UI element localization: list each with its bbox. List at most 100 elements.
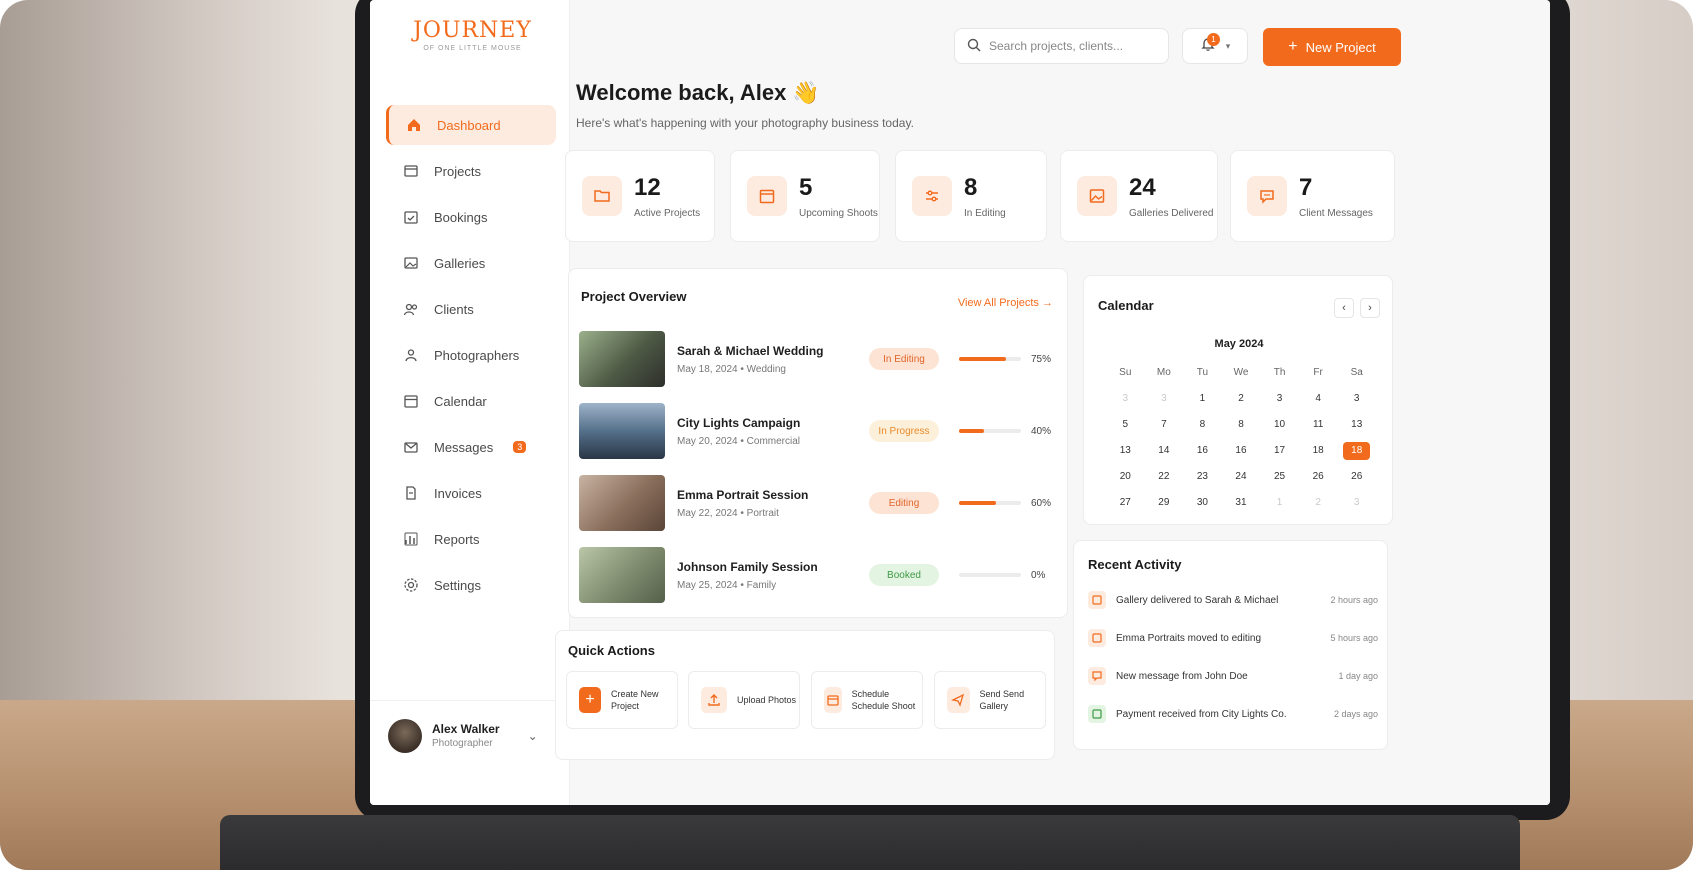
calendar-day[interactable]: 8 bbox=[1222, 416, 1261, 434]
stat-card-client-messages[interactable]: 7 Client Messages bbox=[1230, 150, 1395, 242]
calendar-day[interactable]: 2 bbox=[1222, 390, 1261, 408]
sidebar-item-galleries[interactable]: Galleries bbox=[386, 243, 556, 283]
project-row[interactable]: City Lights Campaign May 20, 2024 • Comm… bbox=[579, 401, 1059, 461]
calendar-day[interactable]: 25 bbox=[1260, 468, 1299, 486]
calendar-day[interactable]: 7 bbox=[1145, 416, 1184, 434]
calendar-day[interactable]: 11 bbox=[1299, 416, 1338, 434]
calendar-day[interactable]: 31 bbox=[1222, 494, 1261, 512]
activity-item[interactable]: New message from John Doe 1 day ago bbox=[1088, 665, 1378, 687]
sidebar-item-bookings[interactable]: Bookings bbox=[386, 197, 556, 237]
sidebar-item-messages[interactable]: Messages 3 bbox=[386, 427, 556, 467]
calendar-day[interactable]: 29 bbox=[1145, 494, 1184, 512]
calendar-day[interactable]: 1 bbox=[1183, 390, 1222, 408]
payment-icon bbox=[1088, 705, 1106, 723]
avatar bbox=[388, 718, 422, 753]
project-row[interactable]: Emma Portrait Session May 22, 2024 • Por… bbox=[579, 473, 1059, 533]
calendar-day[interactable]: 26 bbox=[1337, 468, 1376, 486]
quick-actions-card: Quick Actions + Create New Project Uploa… bbox=[555, 630, 1055, 760]
upload-photos-button[interactable]: Upload Photos bbox=[688, 671, 800, 729]
calendar-day[interactable]: 3 bbox=[1145, 390, 1184, 408]
calendar-day[interactable]: 20 bbox=[1106, 468, 1145, 486]
project-name: Sarah & Michael Wedding bbox=[677, 343, 824, 358]
calendar-day[interactable]: 8 bbox=[1183, 416, 1222, 434]
app-screen: JOURNEY OF ONE LITTLE MOUSE Dashboard Pr… bbox=[370, 0, 1550, 805]
calendar-day[interactable]: 2 bbox=[1299, 494, 1338, 512]
calendar-day[interactable]: 13 bbox=[1337, 416, 1376, 434]
send-gallery-button[interactable]: Send Send Gallery bbox=[934, 671, 1046, 729]
project-row[interactable]: Sarah & Michael Wedding May 18, 2024 • W… bbox=[579, 329, 1059, 389]
arrow-right-icon: → bbox=[1042, 297, 1053, 309]
stat-card-active-projects[interactable]: 12 Active Projects bbox=[565, 150, 715, 242]
sidebar-item-photographers[interactable]: Photographers bbox=[386, 335, 556, 375]
create-project-button[interactable]: + Create New Project bbox=[566, 671, 678, 729]
activity-item[interactable]: Emma Portraits moved to editing 5 hours … bbox=[1088, 627, 1378, 649]
sidebar-item-calendar[interactable]: Calendar bbox=[386, 381, 556, 421]
quick-action-label: Create New Project bbox=[611, 689, 659, 711]
activity-item[interactable]: Payment received from City Lights Co. 2 … bbox=[1088, 703, 1378, 725]
calendar-day[interactable]: 17 bbox=[1260, 442, 1299, 460]
sidebar-item-clients[interactable]: Clients bbox=[386, 289, 556, 329]
schedule-shoot-button[interactable]: Schedule Schedule Shoot bbox=[811, 671, 923, 729]
calendar-day[interactable]: 5 bbox=[1106, 416, 1145, 434]
calendar-day[interactable]: 3 bbox=[1106, 390, 1145, 408]
activity-item[interactable]: Gallery delivered to Sarah & Michael 2 h… bbox=[1088, 589, 1378, 611]
calendar-icon bbox=[402, 392, 420, 410]
notifications-button[interactable]: ▾ 1 bbox=[1182, 28, 1248, 64]
send-icon bbox=[947, 687, 970, 713]
chevron-right-icon[interactable]: › bbox=[1360, 298, 1380, 318]
stat-card-upcoming-shoots[interactable]: 5 Upcoming Shoots bbox=[730, 150, 880, 242]
project-thumbnail bbox=[579, 331, 665, 387]
new-project-button[interactable]: + New Project bbox=[1263, 28, 1401, 66]
view-all-projects-link[interactable]: View All Projects → bbox=[958, 297, 1053, 309]
calendar-day[interactable]: 13 bbox=[1106, 442, 1145, 460]
sidebar-item-dashboard[interactable]: Dashboard bbox=[386, 105, 556, 145]
calendar-day-selected[interactable]: 18 bbox=[1343, 442, 1370, 460]
project-row[interactable]: Johnson Family Session May 25, 2024 • Fa… bbox=[579, 545, 1059, 605]
sidebar-item-label: Dashboard bbox=[437, 117, 501, 133]
invoice-icon bbox=[402, 484, 420, 502]
sidebar-item-reports[interactable]: Reports bbox=[386, 519, 556, 559]
calendar-day[interactable]: 27 bbox=[1106, 494, 1145, 512]
plus-icon: + bbox=[579, 687, 601, 713]
stat-label: Active Projects bbox=[634, 207, 701, 219]
calendar-day[interactable]: 24 bbox=[1222, 468, 1261, 486]
users-icon bbox=[402, 300, 420, 318]
progress-bar bbox=[959, 573, 1021, 577]
sidebar-item-projects[interactable]: Projects bbox=[386, 151, 556, 191]
sidebar-item-settings[interactable]: Settings bbox=[386, 565, 556, 605]
calendar-day[interactable]: 3 bbox=[1337, 494, 1376, 512]
calendar-day[interactable]: 22 bbox=[1145, 468, 1184, 486]
stats-row: 12 Active Projects 5 Upcoming Shoots 8 I… bbox=[565, 150, 1400, 245]
card-title: Quick Actions bbox=[568, 643, 655, 658]
project-meta: May 25, 2024 • Family bbox=[677, 579, 777, 591]
quick-action-label: Upload Photos bbox=[737, 695, 797, 705]
calendar-day[interactable]: 10 bbox=[1260, 416, 1299, 434]
chevron-down-icon[interactable]: ⌄ bbox=[528, 729, 538, 743]
chevron-left-icon[interactable]: ‹ bbox=[1334, 298, 1354, 318]
people-icon bbox=[402, 346, 420, 364]
sidebar-item-invoices[interactable]: Invoices bbox=[386, 473, 556, 513]
calendar-day[interactable]: 30 bbox=[1183, 494, 1222, 512]
calendar-weekday: Fr bbox=[1313, 367, 1323, 378]
notification-badge: 1 bbox=[1207, 33, 1220, 46]
calendar-day[interactable]: 26 bbox=[1299, 468, 1338, 486]
calendar-day[interactable]: 16 bbox=[1222, 442, 1261, 460]
calendar-day[interactable]: 1 bbox=[1260, 494, 1299, 512]
user-profile[interactable]: Alex Walker Photographer ⌄ bbox=[370, 700, 570, 760]
calendar-day[interactable]: 23 bbox=[1183, 468, 1222, 486]
calendar-day[interactable]: 14 bbox=[1145, 442, 1184, 460]
calendar-day[interactable]: 16 bbox=[1183, 442, 1222, 460]
calendar-day[interactable]: 3 bbox=[1260, 390, 1299, 408]
quick-action-label: Send Send Gallery bbox=[979, 689, 1025, 711]
calendar-day[interactable]: 3 bbox=[1337, 390, 1376, 408]
stat-value: 24 bbox=[1129, 173, 1156, 201]
stat-label: Client Messages bbox=[1299, 207, 1373, 219]
brand-logo[interactable]: JOURNEY OF ONE LITTLE MOUSE bbox=[405, 18, 540, 52]
search-input[interactable]: Search projects, clients... bbox=[954, 28, 1169, 64]
progress-bar bbox=[959, 429, 1021, 433]
calendar-day[interactable]: 4 bbox=[1299, 390, 1338, 408]
calendar-day[interactable]: 18 bbox=[1299, 442, 1338, 460]
stat-card-galleries-delivered[interactable]: 24 Galleries Delivered bbox=[1060, 150, 1218, 242]
progress-bar bbox=[959, 501, 1021, 505]
stat-card-in-editing[interactable]: 8 In Editing bbox=[895, 150, 1047, 242]
